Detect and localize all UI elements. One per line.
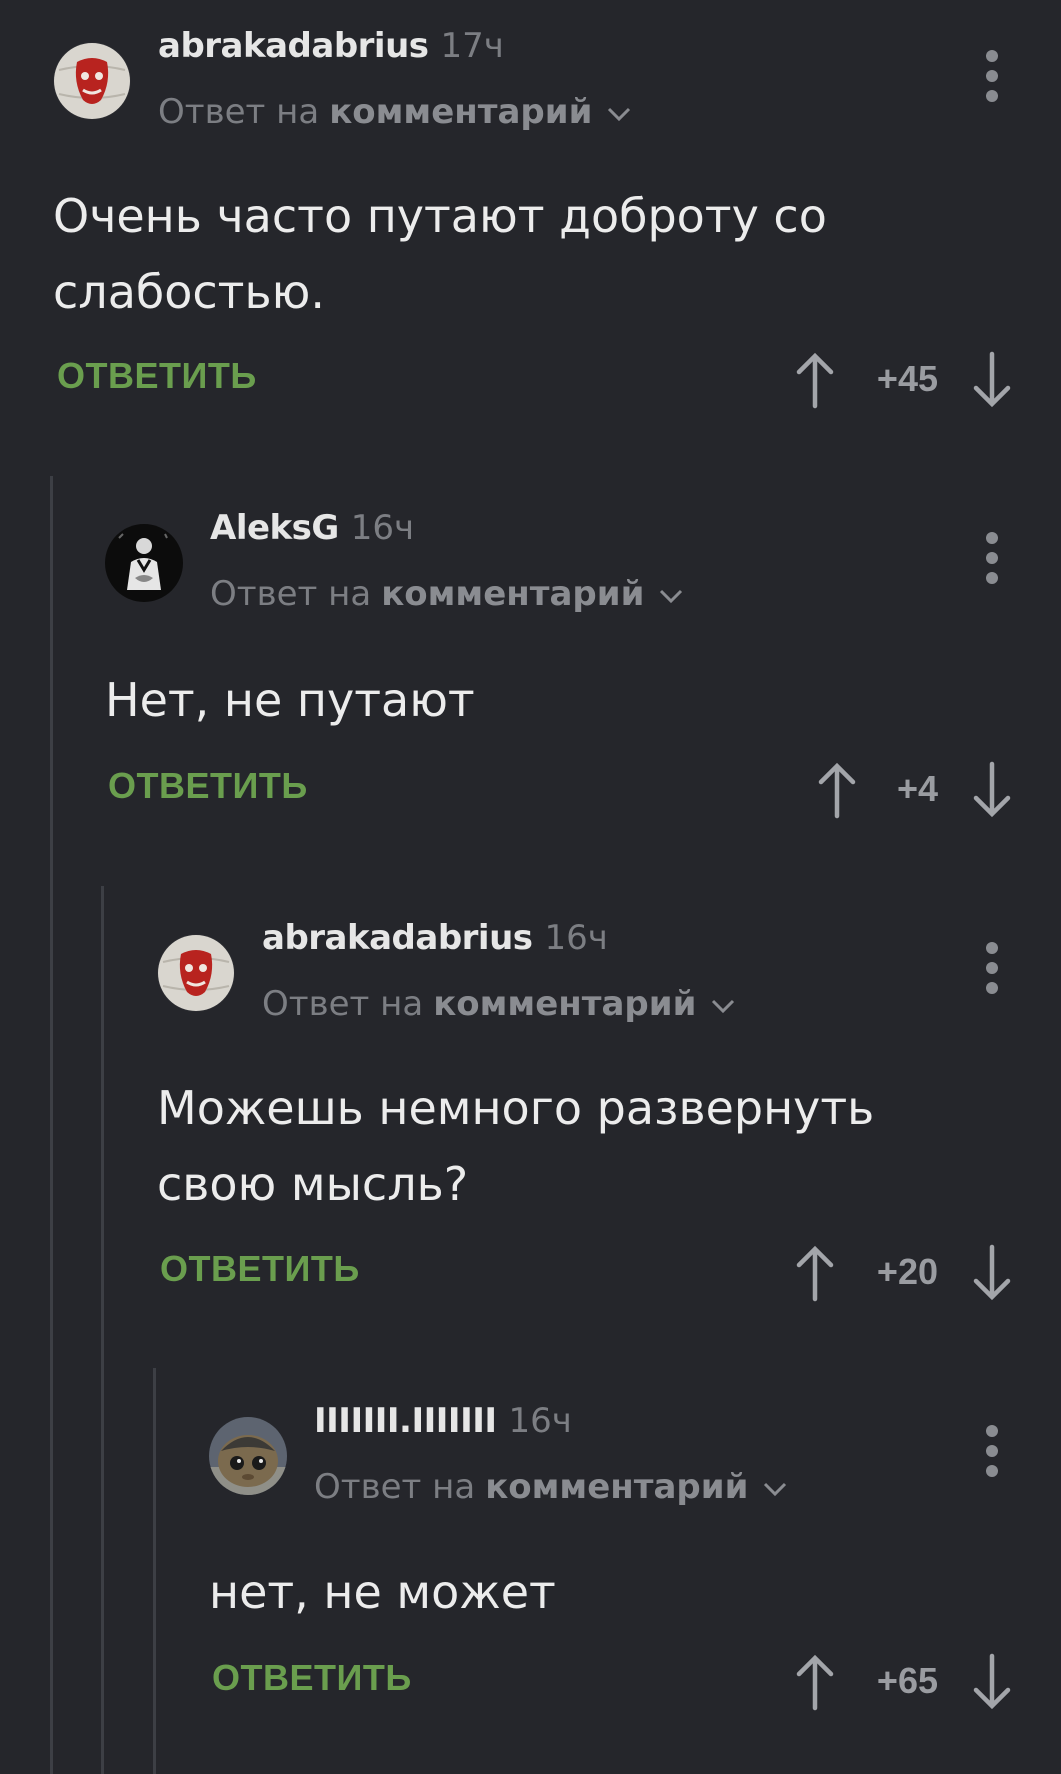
comment-text: Можешь немного развернуть свою мысль? [157, 1081, 875, 1211]
comment-author[interactable]: IIIIIII.IIIIIII [314, 1401, 497, 1441]
thread-line-level-2 [101, 886, 104, 1774]
reply-to-line[interactable]: Ответ на комментарий [262, 984, 736, 1024]
reply-to-comment-link[interactable]: комментарий [381, 574, 644, 614]
upvote-arrow-icon[interactable] [793, 1243, 837, 1303]
reply-button[interactable]: ОТВЕТИТЬ [57, 355, 257, 397]
upvote-arrow-icon[interactable] [793, 1652, 837, 1712]
vote-score: +45 [876, 358, 938, 399]
reply-to-comment-link[interactable]: комментарий [329, 92, 592, 132]
more-options-icon[interactable] [980, 528, 1004, 588]
comment-time: 16ч [544, 918, 608, 958]
ball-face-avatar-icon [157, 934, 235, 1012]
comment-text: Очень часто путают доброту со слабостью. [53, 189, 827, 319]
reply-to-line[interactable]: Ответ на комментарий [314, 1467, 788, 1507]
reply-prefix: Ответ на [158, 92, 320, 132]
comment-author[interactable]: abrakadabrius [158, 26, 429, 66]
more-options-icon[interactable] [980, 46, 1004, 106]
comment-text: нет, не может [209, 1565, 556, 1619]
thread-line-level-1 [50, 476, 53, 1774]
more-options-icon[interactable] [980, 1421, 1004, 1481]
downvote-arrow-icon[interactable] [970, 760, 1014, 820]
reply-to-line[interactable]: Ответ на комментарий [158, 92, 632, 132]
upvote-arrow-icon[interactable] [815, 760, 859, 820]
reply-to-comment-link[interactable]: комментарий [485, 1467, 748, 1507]
comment-time: 16ч [350, 508, 415, 548]
avatar[interactable] [53, 42, 131, 120]
thread-line-level-3 [153, 1368, 156, 1774]
vote-score: +65 [876, 1660, 938, 1701]
chevron-down-icon[interactable] [762, 1479, 788, 1499]
upvote-arrow-icon[interactable] [793, 350, 837, 410]
reply-to-comment-link[interactable]: комментарий [433, 984, 696, 1024]
downvote-arrow-icon[interactable] [970, 350, 1014, 410]
comment-text: Нет, не путают [105, 673, 475, 727]
godfather-avatar-icon [105, 524, 183, 602]
reply-to-line[interactable]: Ответ на комментарий [210, 574, 684, 614]
vote-score: +20 [876, 1251, 938, 1292]
comment-author[interactable]: abrakadabrius [262, 918, 533, 958]
ball-face-avatar-icon [53, 42, 131, 120]
avatar[interactable] [105, 524, 183, 602]
reply-button[interactable]: ОТВЕТИТЬ [108, 765, 308, 807]
downvote-arrow-icon[interactable] [970, 1243, 1014, 1303]
chevron-down-icon[interactable] [658, 586, 684, 606]
chevron-down-icon[interactable] [606, 104, 632, 124]
creature-avatar-icon [209, 1417, 287, 1495]
reply-button[interactable]: ОТВЕТИТЬ [160, 1248, 360, 1290]
reply-prefix: Ответ на [314, 1467, 476, 1507]
avatar[interactable] [157, 934, 235, 1012]
downvote-arrow-icon[interactable] [970, 1652, 1014, 1712]
more-options-icon[interactable] [980, 938, 1004, 998]
reply-prefix: Ответ на [210, 574, 372, 614]
reply-prefix: Ответ на [262, 984, 424, 1024]
comment-author[interactable]: AleksG [210, 508, 339, 548]
reply-button[interactable]: ОТВЕТИТЬ [212, 1657, 412, 1699]
chevron-down-icon[interactable] [710, 996, 736, 1016]
vote-score: +4 [896, 768, 938, 809]
comment-time: 17ч [440, 26, 504, 66]
avatar[interactable] [209, 1417, 287, 1495]
comment-time: 16ч [508, 1401, 572, 1441]
